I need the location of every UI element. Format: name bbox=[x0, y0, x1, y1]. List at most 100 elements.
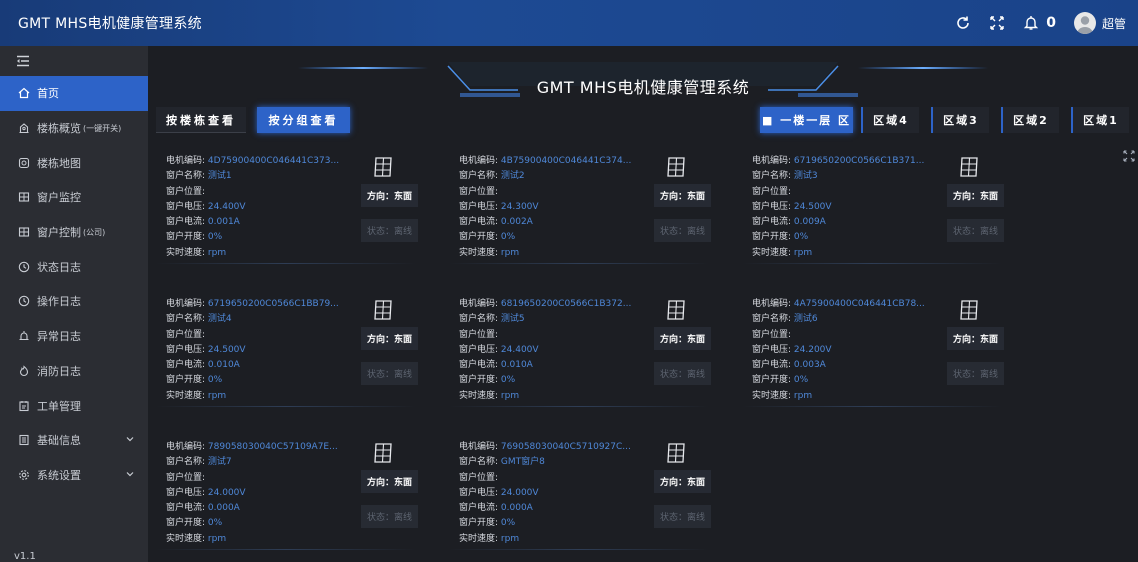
sidebar-item-1[interactable]: 楼栋概览 (一键开关) bbox=[0, 111, 148, 146]
sidebar-item-4[interactable]: 窗户控制 (公司) bbox=[0, 215, 148, 250]
field-label: 窗户电流: bbox=[166, 360, 206, 371]
window-card[interactable]: 电机编码: 4B75900400C046441C374... 窗户名称: 测试2 窗… bbox=[449, 153, 711, 268]
sidebar-item-3[interactable]: 窗户监控 bbox=[0, 180, 148, 215]
status-button[interactable]: 状态：离线 bbox=[654, 505, 711, 528]
field-name: 窗户名称: 测试4 bbox=[166, 311, 356, 326]
field-label: 窗户电压: bbox=[752, 344, 792, 355]
field-speed: 实时速度: rpm bbox=[166, 531, 356, 546]
direction-button[interactable]: 方向：东面 bbox=[361, 470, 418, 493]
collapse-menu-icon[interactable] bbox=[0, 46, 148, 76]
field-value: 0.009A bbox=[793, 217, 826, 228]
sidebar-item-11[interactable]: 系统设置 bbox=[0, 458, 148, 493]
field-opening: 窗户开度: 0% bbox=[166, 372, 356, 387]
field-label: 实时速度: bbox=[166, 533, 206, 544]
field-value: 24.400V bbox=[207, 201, 246, 212]
field-opening: 窗户开度: 0% bbox=[459, 229, 649, 244]
window-card[interactable]: 电机编码: 789058030040C57109A7E... 窗户名称: 测试7 窗… bbox=[156, 439, 418, 554]
field-value: 24.500V bbox=[207, 344, 246, 355]
field-value: 4A75900400C046441CB78... bbox=[793, 299, 925, 309]
direction-button[interactable]: 方向：东面 bbox=[947, 184, 1004, 207]
sidebar-item-label: 状态日志 bbox=[37, 260, 81, 274]
field-position: 窗户位置: bbox=[459, 184, 649, 199]
sidebar-item-0[interactable]: 首页 bbox=[0, 76, 148, 111]
field-code: 电机编码: 789058030040C57109A7E... bbox=[166, 439, 356, 454]
region-tab-3[interactable]: 区域3 bbox=[931, 107, 989, 133]
view-by-group-button[interactable]: 按分组查看 bbox=[257, 107, 350, 133]
field-label: 窗户电流: bbox=[166, 503, 206, 514]
field-label: 窗户名称: bbox=[166, 457, 206, 468]
field-name: 窗户名称: 测试6 bbox=[752, 311, 942, 326]
expand-icon[interactable] bbox=[1123, 150, 1135, 162]
direction-button[interactable]: 方向：东面 bbox=[654, 470, 711, 493]
field-value: rpm bbox=[793, 247, 813, 258]
region-tab-2[interactable]: 区域2 bbox=[1001, 107, 1059, 133]
sidebar-item-7[interactable]: 异常日志 bbox=[0, 319, 148, 354]
status-button[interactable]: 状态：离线 bbox=[361, 505, 418, 528]
status-button[interactable]: 状态：离线 bbox=[361, 219, 418, 242]
window-card[interactable]: 电机编码: 6819650200C0566C1B372... 窗户名称: 测试5 窗… bbox=[449, 296, 711, 411]
building-icon bbox=[18, 122, 30, 134]
view-by-building-button[interactable]: 按楼栋查看 bbox=[156, 107, 246, 133]
sidebar-item-5[interactable]: 状态日志 bbox=[0, 249, 148, 284]
region-tab-1[interactable]: 区域1 bbox=[1071, 107, 1129, 133]
field-label: 窗户位置: bbox=[166, 472, 206, 483]
window-card[interactable]: 电机编码: 4D75900400C046441C373... 窗户名称: 测试1 窗… bbox=[156, 153, 418, 268]
field-label: 窗户开度: bbox=[752, 375, 792, 386]
direction-button[interactable]: 方向：东面 bbox=[361, 327, 418, 350]
direction-button[interactable]: 方向：东面 bbox=[654, 327, 711, 350]
window-card-fields: 电机编码: 4D75900400C046441C373... 窗户名称: 测试1 窗… bbox=[166, 153, 356, 260]
region-tab-4[interactable]: 区域4 bbox=[861, 107, 919, 133]
sidebar-item-sublabel: (一键开关) bbox=[83, 123, 122, 133]
sidebar-item-label: 基础信息 bbox=[37, 434, 81, 448]
sidebar-item-9[interactable]: 工单管理 bbox=[0, 388, 148, 423]
field-value: 789058030040C57109A7E... bbox=[207, 442, 338, 452]
window-card[interactable]: 电机编码: 769058030040C5710927C... 窗户名称: GMT窗… bbox=[449, 439, 711, 554]
bell-icon[interactable] bbox=[1022, 14, 1040, 32]
field-name: 窗户名称: 测试2 bbox=[459, 168, 649, 183]
field-label: 窗户电压: bbox=[166, 487, 206, 498]
status-button[interactable]: 状态：离线 bbox=[947, 219, 1004, 242]
field-position: 窗户位置: bbox=[459, 327, 649, 342]
field-value: rpm bbox=[500, 247, 520, 258]
field-label: 窗户位置: bbox=[459, 186, 499, 197]
avatar[interactable] bbox=[1073, 12, 1096, 34]
window-icon bbox=[372, 299, 394, 321]
sidebar-item-2[interactable]: 楼栋地图 bbox=[0, 145, 148, 180]
field-code: 电机编码: 4A75900400C046441CB78... bbox=[752, 296, 942, 311]
user-name[interactable]: 超管 bbox=[1102, 15, 1126, 32]
status-button[interactable]: 状态：离线 bbox=[654, 362, 711, 385]
direction-button[interactable]: 方向：东面 bbox=[361, 184, 418, 207]
sidebar-item-8[interactable]: 消防日志 bbox=[0, 354, 148, 389]
field-label: 实时速度: bbox=[459, 390, 499, 401]
window-card[interactable]: 电机编码: 4A75900400C046441CB78... 窗户名称: 测试6 窗… bbox=[742, 296, 1004, 411]
sidebar-item-10[interactable]: 基础信息 bbox=[0, 423, 148, 458]
field-label: 窗户电流: bbox=[752, 360, 792, 371]
top-actions: 0 超管 bbox=[938, 0, 1126, 46]
field-opening: 窗户开度: 0% bbox=[459, 515, 649, 530]
field-label: 窗户位置: bbox=[459, 472, 499, 483]
window-card[interactable]: 电机编码: 6719650200C0566C1BB79... 窗户名称: 测试4 窗… bbox=[156, 296, 418, 411]
direction-button[interactable]: 方向：东面 bbox=[654, 184, 711, 207]
status-button[interactable]: 状态：离线 bbox=[947, 362, 1004, 385]
field-label: 窗户名称: bbox=[459, 171, 499, 182]
sidebar-item-label: 异常日志 bbox=[37, 330, 81, 344]
sidebar-item-6[interactable]: 操作日志 bbox=[0, 284, 148, 319]
direction-button[interactable]: 方向：东面 bbox=[947, 327, 1004, 350]
region-tab-active[interactable]: ■ 一楼一层 区 bbox=[760, 107, 853, 133]
window-card-fields: 电机编码: 6719650200C0566C1BB79... 窗户名称: 测试4 窗… bbox=[166, 296, 356, 403]
fullscreen-icon[interactable] bbox=[988, 14, 1006, 32]
field-current: 窗户电流: 0.009A bbox=[752, 214, 942, 229]
card-divider bbox=[449, 549, 709, 550]
field-label: 窗户位置: bbox=[459, 329, 499, 340]
field-value: 0.003A bbox=[793, 360, 826, 371]
refresh-icon[interactable] bbox=[954, 14, 972, 32]
status-button[interactable]: 状态：离线 bbox=[654, 219, 711, 242]
field-label: 窗户开度: bbox=[166, 232, 206, 243]
window-card[interactable]: 电机编码: 6719650200C0566C1B371... 窗户名称: 测试3 窗… bbox=[742, 153, 1004, 268]
field-label: 电机编码: bbox=[752, 299, 792, 309]
field-label: 电机编码: bbox=[166, 442, 206, 452]
field-label: 窗户电压: bbox=[459, 344, 499, 355]
field-name: 窗户名称: 测试5 bbox=[459, 311, 649, 326]
status-button[interactable]: 状态：离线 bbox=[361, 362, 418, 385]
field-label: 窗户电压: bbox=[752, 201, 792, 212]
